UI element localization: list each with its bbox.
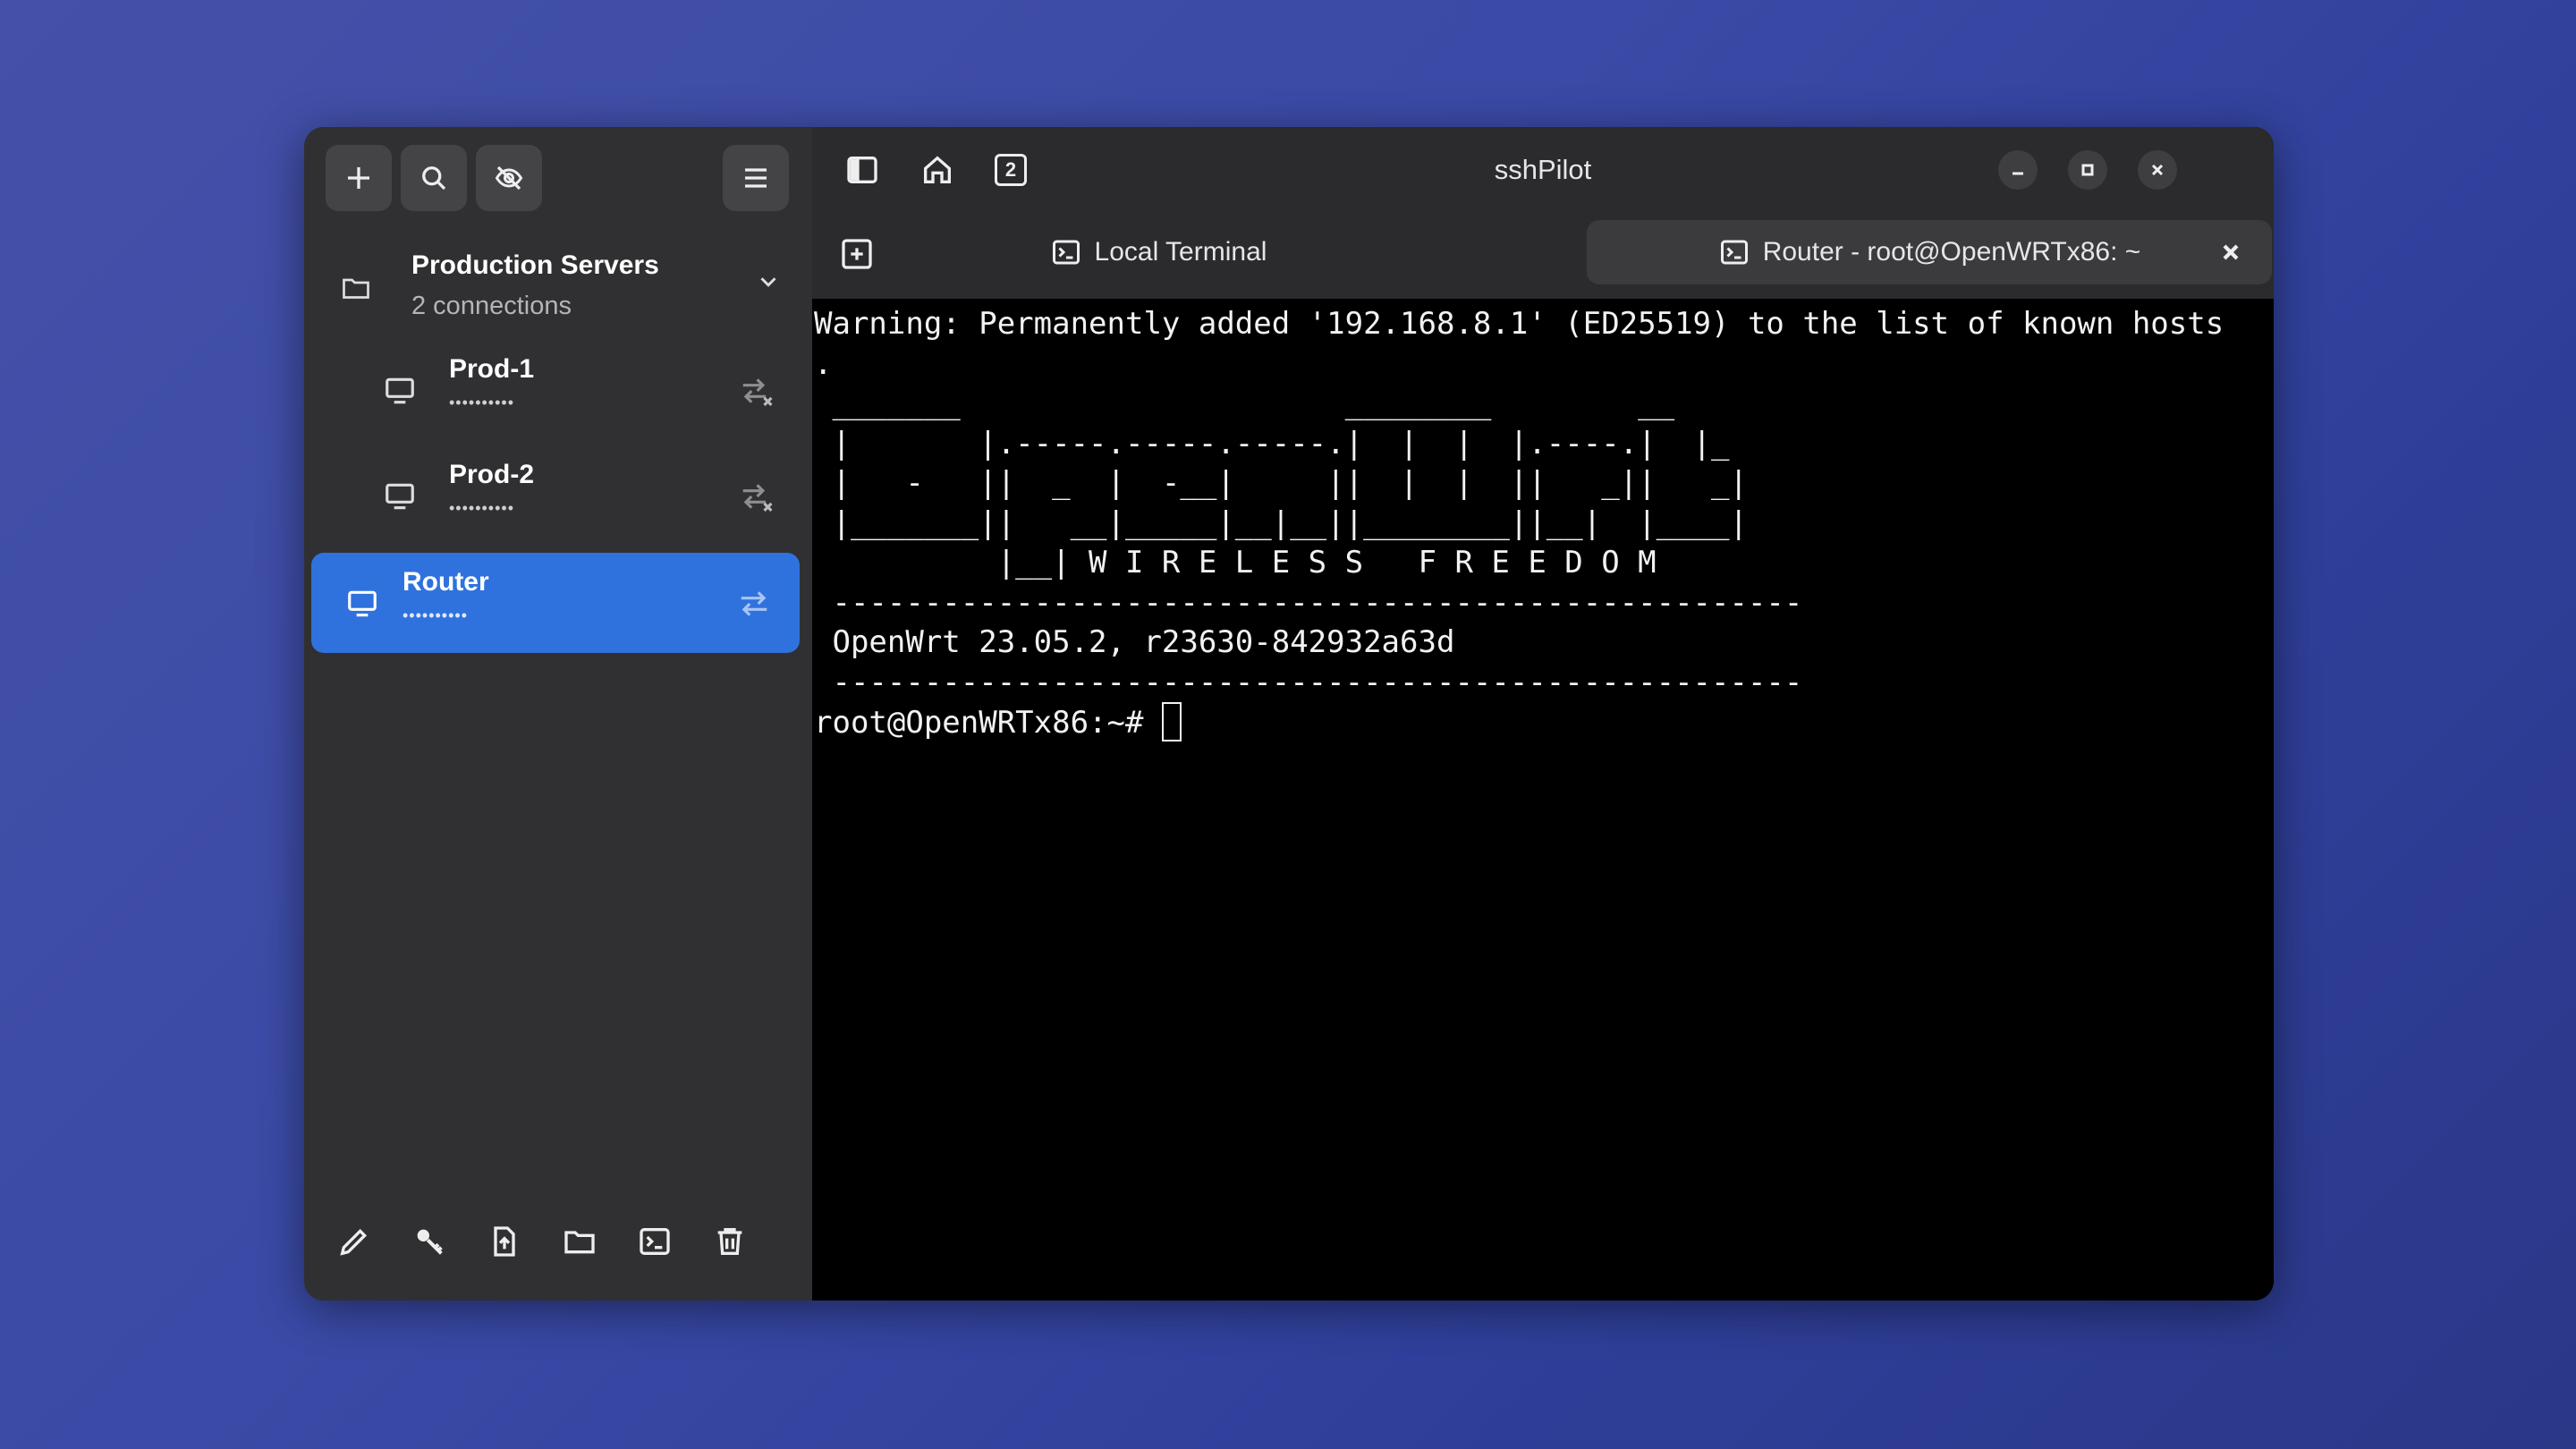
connection-host: •••••••••• [449, 394, 515, 411]
terminal-line: . [814, 345, 833, 382]
search-icon [422, 166, 446, 191]
sidebar: Production Servers 2 connections Prod-1 … [304, 127, 812, 1301]
terminal-icon[interactable] [637, 1224, 673, 1259]
group-production-servers[interactable]: Production Servers 2 connections [313, 234, 803, 327]
terminal-output[interactable]: Warning: Permanently added '192.168.8.1'… [812, 299, 2274, 1301]
hamburger-icon [745, 168, 767, 188]
terminal-line: |__| W I R E L E S S F R E E D O M [814, 545, 1657, 580]
connection-host: •••••••••• [449, 499, 515, 517]
window-title: sshPilot [1494, 154, 1592, 185]
terminal-line: ----------------------------------------… [814, 584, 1803, 621]
connection-router[interactable]: Router •••••••••• [311, 553, 800, 653]
terminal-line: | |.-----.-----.-----.| | | |.----.| |_ [814, 425, 1730, 462]
tab-bar: Local Terminal Router - root@OpenWRTx86:… [812, 213, 2274, 299]
upload-file-icon[interactable] [487, 1224, 522, 1259]
main-panel: sshPilot 2 Local Terminal Router - root@… [812, 127, 2274, 1301]
disconnected-icon[interactable] [737, 479, 775, 513]
terminal-cursor [1161, 702, 1182, 741]
tab-label: Local Terminal [1094, 237, 1267, 267]
main-menu-button[interactable] [723, 145, 789, 211]
sidebar-toggle-icon[interactable] [844, 152, 880, 188]
key-icon[interactable] [411, 1224, 447, 1259]
connection-prod-1[interactable]: Prod-1 •••••••••• [313, 340, 801, 440]
hide-hosts-button[interactable] [476, 145, 542, 211]
add-connection-button[interactable] [326, 145, 392, 211]
terminal-text: Warning: Permanently added '192.168.8.1'… [814, 304, 2224, 743]
terminal-line: |_______|| __|_____|__|__||________||__|… [814, 504, 1748, 541]
terminal-line: | - || _ | -__| || | | || _|| _| [814, 465, 1748, 501]
group-subtitle: 2 connections [411, 292, 572, 320]
tab-overview-button[interactable]: 2 [995, 154, 1027, 186]
terminal-line: Warning: Permanently added '192.168.8.1'… [814, 306, 2224, 342]
terminal-line: _______ ________ __ [814, 386, 1675, 421]
minimize-icon [2012, 172, 2023, 175]
connection-name: Prod-2 [449, 460, 535, 489]
group-title: Production Servers [411, 250, 659, 280]
maximize-button[interactable] [2068, 150, 2107, 190]
minimize-button[interactable] [1998, 150, 2038, 190]
connected-icon[interactable] [735, 587, 773, 621]
chevron-down-icon[interactable] [755, 268, 782, 295]
monitor-icon [386, 483, 414, 510]
connection-name: Prod-1 [449, 354, 535, 384]
tab-router[interactable]: Router - root@OpenWRTx86: ~ [1587, 220, 2272, 284]
connection-name: Router [402, 567, 489, 597]
plus-icon [348, 167, 369, 189]
close-icon [2151, 164, 2164, 176]
header-bar: sshPilot 2 [812, 127, 2274, 213]
edit-icon[interactable] [336, 1224, 372, 1259]
trash-icon[interactable] [712, 1224, 748, 1259]
maximize-icon [2081, 164, 2094, 176]
terminal-icon [1720, 240, 1748, 265]
disconnected-icon[interactable] [737, 374, 775, 408]
folder-icon [343, 278, 369, 299]
tab-label: Router - root@OpenWRTx86: ~ [1762, 237, 2141, 267]
connection-host: •••••••••• [402, 606, 469, 624]
new-tab-icon[interactable] [839, 236, 875, 272]
shell-prompt: root@OpenWRTx86:~# [814, 705, 1162, 741]
monitor-icon [386, 377, 414, 404]
monitor-icon [348, 590, 377, 617]
terminal-line: OpenWrt 23.05.2, r23630-842932a63d [814, 624, 1455, 660]
search-button[interactable] [401, 145, 467, 211]
home-icon[interactable] [919, 152, 955, 188]
terminal-line: ----------------------------------------… [814, 664, 1803, 700]
close-window-button[interactable] [2138, 150, 2177, 190]
eye-off-icon [495, 165, 523, 191]
app-window: Production Servers 2 connections Prod-1 … [304, 127, 2274, 1301]
terminal-icon [1052, 240, 1080, 265]
sidebar-toolbar [304, 1193, 812, 1301]
tab-local-terminal[interactable]: Local Terminal [893, 220, 1424, 284]
connection-prod-2[interactable]: Prod-2 •••••••••• [313, 445, 801, 546]
close-tab-icon[interactable] [2218, 240, 2243, 265]
folder-icon[interactable] [562, 1224, 597, 1259]
